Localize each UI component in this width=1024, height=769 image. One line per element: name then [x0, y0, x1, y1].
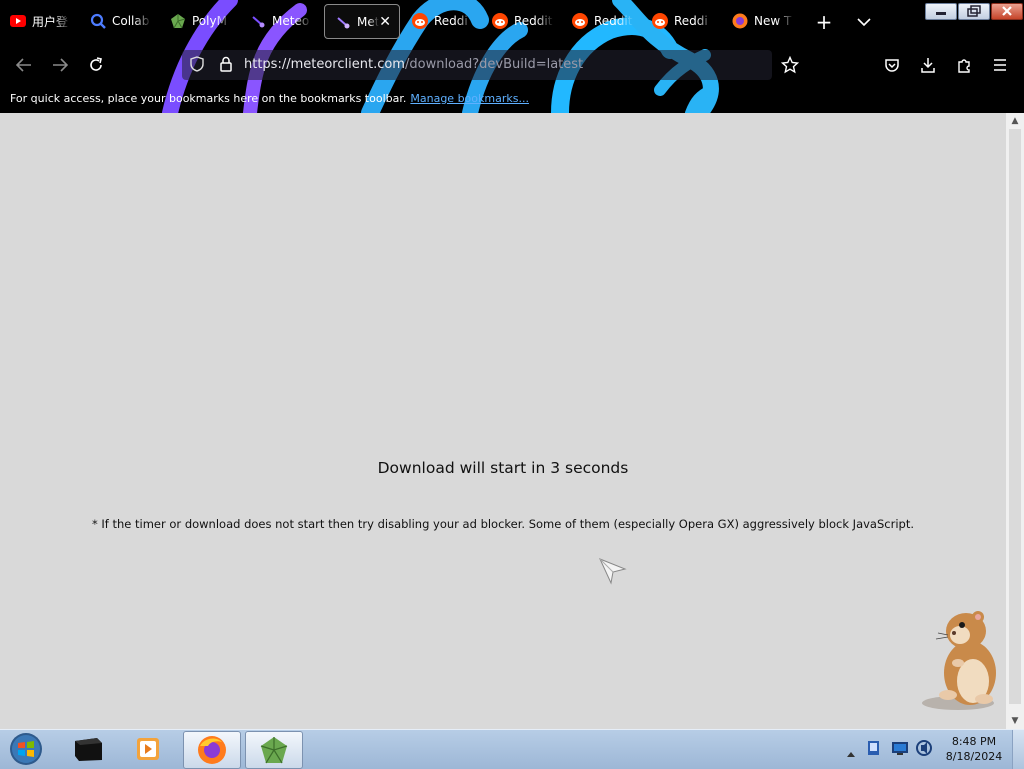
forward-arrow-icon[interactable]	[45, 44, 75, 86]
tab-label: Reddi	[674, 14, 708, 28]
firefox-icon	[732, 13, 748, 29]
taskbar-terminal-app[interactable]	[60, 731, 116, 767]
tab-label: Reddit	[514, 14, 553, 28]
extensions-puzzle-icon[interactable]	[949, 44, 979, 86]
scroll-down-arrow-icon[interactable]: ▼	[1006, 713, 1024, 729]
downloads-icon[interactable]	[913, 44, 943, 86]
reddit-icon	[492, 13, 508, 29]
tab-label: Collab	[112, 14, 150, 28]
system-clock[interactable]: 8:48 PM 8/18/2024	[940, 734, 1008, 764]
start-button[interactable]	[0, 731, 52, 767]
tab-reddit-3[interactable]: Reddit	[562, 4, 642, 38]
reddit-icon	[412, 13, 428, 29]
url-path: /download?devBuild=latest	[404, 57, 584, 72]
url-text[interactable]: https://meteorclient.com/download?devBui…	[244, 57, 583, 72]
tab-youtube[interactable]: 用户登	[0, 4, 78, 38]
tab-label: Reddi	[434, 14, 468, 28]
bookmarks-toolbar-hint: For quick access, place your bookmarks h…	[10, 92, 407, 105]
hamster-mascot-icon	[922, 611, 996, 710]
minimize-window-button[interactable]	[925, 3, 957, 20]
windows-taskbar: 8:48 PM 8/18/2024	[0, 729, 1024, 769]
tab-reddit-4[interactable]: Reddi	[642, 4, 722, 38]
reddit-icon	[572, 13, 588, 29]
windows-start-orb-icon	[10, 733, 42, 765]
scrollbar-thumb[interactable]	[1009, 129, 1021, 704]
tab-bar: 用户登 Collab PolyM Meteo Met ✕ Reddi Reddi…	[0, 0, 1024, 44]
restore-window-button[interactable]	[958, 3, 990, 20]
reddit-icon	[652, 13, 668, 29]
tab-reddit-2[interactable]: Reddit	[482, 4, 562, 38]
meteor-icon	[335, 14, 351, 30]
scroll-up-arrow-icon[interactable]: ▲	[1006, 113, 1024, 129]
terminal-box-icon	[75, 738, 102, 761]
bookmarks-toolbar: For quick access, place your bookmarks h…	[10, 92, 529, 105]
clock-time: 8:48 PM	[951, 735, 997, 748]
url-domain: https://meteorclient.com	[244, 57, 405, 72]
mouse-cursor-icon	[599, 558, 627, 585]
tab-meteor-active[interactable]: Met ✕	[324, 4, 400, 39]
vertical-scrollbar[interactable]: ▲ ▼	[1006, 113, 1024, 729]
search-icon	[90, 13, 106, 29]
polymc-icon	[260, 737, 288, 764]
close-window-button[interactable]	[991, 3, 1023, 20]
tracking-protection-shield-icon[interactable]	[190, 56, 204, 76]
tab-label: Meteo	[272, 14, 310, 28]
tab-label: Reddit	[594, 14, 633, 28]
hamburger-menu-icon[interactable]	[985, 44, 1015, 86]
tab-new-tab[interactable]: New T	[722, 4, 802, 38]
tab-label: 用户登	[32, 14, 69, 29]
browser-chrome: 用户登 Collab PolyM Meteo Met ✕ Reddi Reddi…	[0, 0, 1024, 113]
network-monitor-icon[interactable]	[891, 740, 909, 760]
list-all-tabs-chevron-icon[interactable]	[852, 10, 876, 34]
new-tab-plus-icon[interactable]: +	[812, 10, 836, 34]
taskbar-polymc[interactable]	[245, 731, 303, 769]
tab-polymc[interactable]: PolyM	[160, 4, 240, 38]
lock-icon[interactable]	[219, 56, 233, 76]
page-content: Download will start in 3 seconds * If th…	[0, 113, 1006, 729]
tab-label: Met	[357, 14, 380, 29]
show-hidden-icons-arrow-icon[interactable]	[846, 743, 856, 762]
media-player-icon	[137, 738, 159, 760]
taskbar-firefox[interactable]	[183, 731, 241, 769]
clock-date: 8/18/2024	[945, 750, 1003, 763]
meteor-icon	[250, 13, 266, 29]
polymc-icon	[170, 13, 186, 29]
firefox-icon	[198, 736, 226, 764]
bookmark-star-icon[interactable]	[775, 44, 805, 86]
taskbar-media-player[interactable]	[120, 731, 176, 767]
manage-bookmarks-link[interactable]: Manage bookmarks...	[410, 92, 529, 105]
reload-icon[interactable]	[81, 44, 111, 86]
show-desktop-button[interactable]	[1012, 730, 1024, 769]
back-arrow-icon[interactable]	[9, 44, 39, 86]
download-countdown-message: Download will start in 3 seconds	[377, 459, 629, 477]
tab-label: New T	[754, 14, 792, 28]
ad-blocker-note: * If the timer or download does not star…	[92, 517, 914, 531]
volume-icon[interactable]	[915, 740, 933, 760]
tab-label: PolyM	[192, 14, 227, 28]
tab-reddit-1[interactable]: Reddi	[402, 4, 482, 38]
tray-app-icon[interactable]	[866, 740, 882, 760]
youtube-icon	[10, 13, 26, 29]
close-tab-icon[interactable]: ✕	[379, 14, 391, 30]
tab-collab[interactable]: Collab	[80, 4, 160, 38]
pocket-icon[interactable]	[877, 44, 907, 86]
tab-meteor[interactable]: Meteo	[240, 4, 320, 38]
